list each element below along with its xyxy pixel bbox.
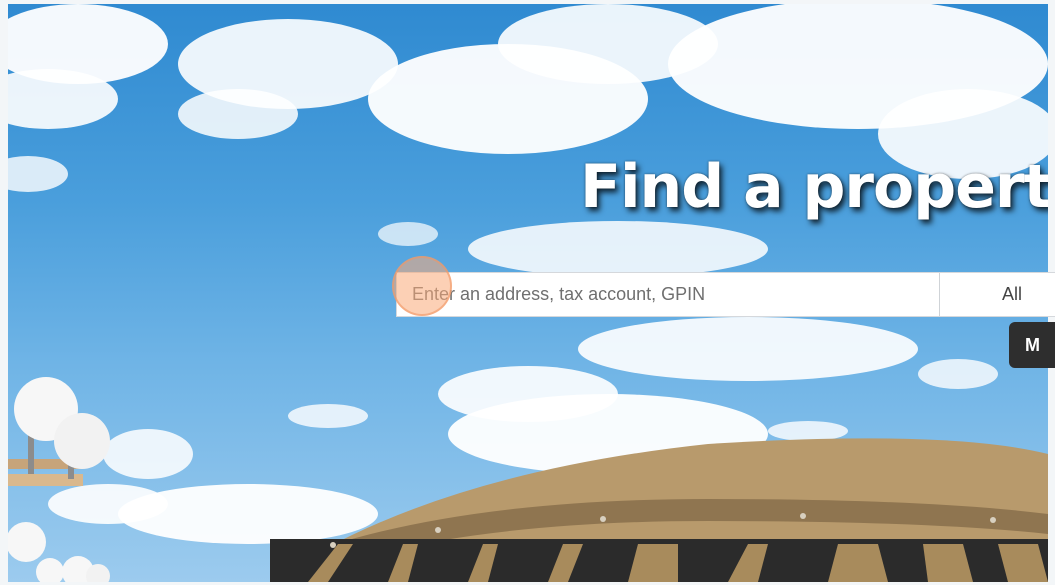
lamp-posts bbox=[8, 377, 110, 582]
property-search-bar: All bbox=[396, 272, 1055, 317]
side-dark-button-label: M bbox=[1025, 334, 1040, 355]
arena-dome bbox=[270, 438, 1048, 582]
page-headline: Find a property bbox=[580, 152, 1048, 222]
search-scope-selected-label: All bbox=[1002, 284, 1023, 304]
side-dark-button[interactable]: M bbox=[1009, 322, 1055, 368]
search-scope-select[interactable]: All bbox=[939, 273, 1055, 316]
property-search-input[interactable] bbox=[397, 273, 939, 316]
